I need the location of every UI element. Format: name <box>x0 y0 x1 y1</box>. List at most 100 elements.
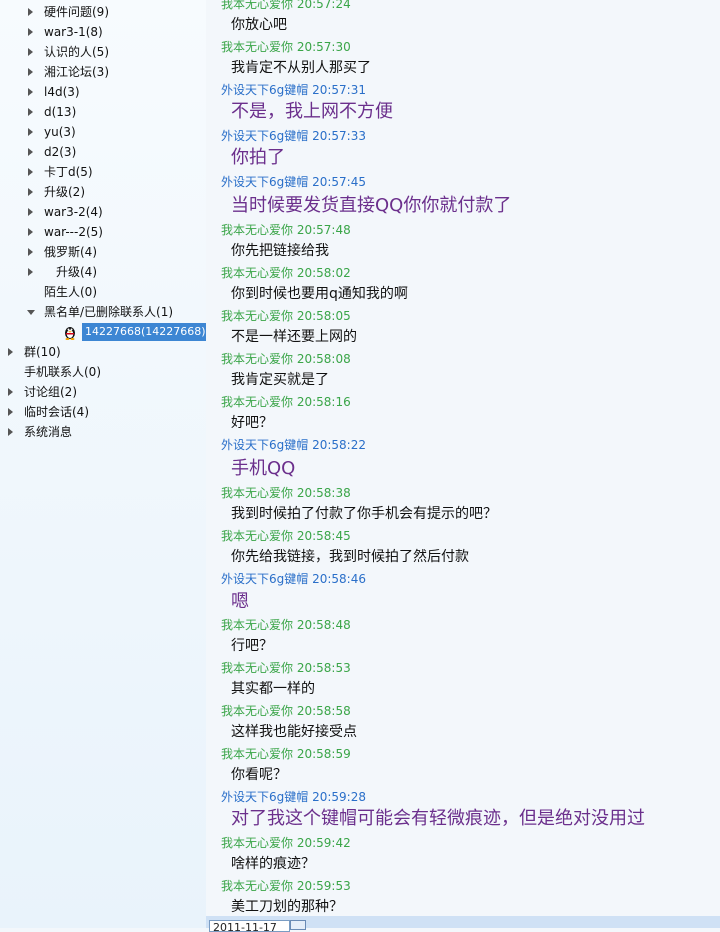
message-time: 20:58:38 <box>296 486 351 500</box>
message-time: 20:57:24 <box>296 0 351 11</box>
group-label: yu(3) <box>44 125 76 139</box>
message-time: 20:58:58 <box>296 704 351 718</box>
message-text: 我肯定不从别人那买了 <box>231 60 371 76</box>
expand-arrow-icon[interactable] <box>8 348 13 356</box>
message-header: 我本无心爱你 20:58:02 <box>221 264 351 281</box>
expand-arrow-icon[interactable] <box>28 148 33 156</box>
expand-arrow-icon[interactable] <box>28 128 33 136</box>
group-label: 湘江论坛(3) <box>44 65 109 79</box>
group-label: 认识的人(5) <box>44 45 109 59</box>
sender-name: 我本无心爱你 <box>221 0 294 11</box>
chat-history[interactable]: 我本无心爱你 20:57:24 你放心吧 我本无心爱你 20:57:30 我肯定… <box>206 0 720 916</box>
message-time: 20:59:42 <box>296 836 351 850</box>
group-label: 硬件问题(9) <box>44 5 109 19</box>
message-text: 我肯定买就是了 <box>231 372 329 388</box>
sender-name: 外设天下6g键帽 <box>221 83 309 97</box>
message-text: 你看呢？ <box>231 767 287 783</box>
message-text: 行吧？ <box>231 638 273 654</box>
contact-name: 14227668(14227668) <box>82 323 206 341</box>
expand-arrow-icon[interactable] <box>8 428 13 436</box>
contact-sidebar: 硬件问题(9) war3-1(8) 认识的人(5) 湘江论坛(3) l4d(3)… <box>0 0 206 928</box>
expand-arrow-icon[interactable] <box>28 228 33 236</box>
message-time: 20:57:31 <box>312 83 366 97</box>
message-time: 20:59:28 <box>312 790 366 804</box>
message-text: 不是一样还要上网的 <box>231 329 357 345</box>
sender-name: 我本无心爱你 <box>221 352 294 366</box>
message-header: 我本无心爱你 20:58:48 <box>221 616 351 633</box>
sender-name: 我本无心爱你 <box>221 309 294 323</box>
message-time: 20:58:46 <box>312 572 366 586</box>
message-text: 美工刀划的那种？ <box>231 899 343 915</box>
group-label: war3-1(8) <box>44 25 103 39</box>
expand-arrow-icon[interactable] <box>28 28 33 36</box>
message-header: 外设天下6g键帽 20:58:46 <box>221 570 366 587</box>
message-header: 外设天下6g键帽 20:57:45 <box>221 173 366 190</box>
expand-arrow-icon[interactable] <box>8 388 13 396</box>
sender-name: 我本无心爱你 <box>221 704 294 718</box>
sender-name: 我本无心爱你 <box>221 661 294 675</box>
section-label: 手机联系人(0) <box>24 365 101 379</box>
message-header: 我本无心爱你 20:58:38 <box>221 484 351 501</box>
message-text: 你放心吧 <box>231 17 287 33</box>
sender-name: 外设天下6g键帽 <box>221 129 309 143</box>
history-toolbar: 2011-11-17 <box>206 916 720 932</box>
message-time: 20:58:08 <box>296 352 351 366</box>
sender-name: 我本无心爱你 <box>221 486 294 500</box>
group-label: 黑名单/已删除联系人(1) <box>44 305 174 319</box>
message-header: 我本无心爱你 20:58:45 <box>221 527 351 544</box>
group-label: war---2(5) <box>44 225 103 239</box>
section-label: 系统消息 <box>24 425 73 439</box>
message-header: 我本无心爱你 20:58:53 <box>221 659 351 676</box>
collapse-arrow-icon[interactable] <box>27 310 35 315</box>
sender-name: 我本无心爱你 <box>221 618 294 632</box>
sender-name: 外设天下6g键帽 <box>221 175 309 189</box>
sender-name: 我本无心爱你 <box>221 266 294 280</box>
message-text: 当时候要发货直接QQ你你就付款了 <box>231 195 512 216</box>
message-header: 外设天下6g键帽 20:58:22 <box>221 436 366 453</box>
message-text: 你先给我链接，我到时候拍了然后付款 <box>231 549 469 565</box>
group-label: 俄罗斯(4) <box>44 245 97 259</box>
expand-arrow-icon[interactable] <box>28 248 33 256</box>
message-text: 不是，我上网不方便 <box>231 101 393 122</box>
section-label: 临时会话(4) <box>24 405 89 419</box>
expand-arrow-icon[interactable] <box>28 208 33 216</box>
message-header: 我本无心爱你 20:58:58 <box>221 702 351 719</box>
group-label: 陌生人(0) <box>44 285 97 299</box>
expand-arrow-icon[interactable] <box>28 48 33 56</box>
expand-arrow-icon[interactable] <box>28 168 33 176</box>
sender-name: 我本无心爱你 <box>221 40 294 54</box>
calendar-icon[interactable] <box>290 920 306 930</box>
message-time: 20:58:53 <box>296 661 351 675</box>
message-header: 我本无心爱你 20:57:30 <box>221 38 351 55</box>
message-text: 手机QQ <box>231 458 296 479</box>
message-text: 啥样的痕迹？ <box>231 856 315 872</box>
section-label: 讨论组(2) <box>24 385 77 399</box>
expand-arrow-icon[interactable] <box>28 268 33 276</box>
message-time: 20:58:59 <box>296 747 351 761</box>
message-header: 外设天下6g键帽 20:57:33 <box>221 127 366 144</box>
sender-name: 外设天下6g键帽 <box>221 572 309 586</box>
group-label: d2(3) <box>44 145 77 159</box>
expand-arrow-icon[interactable] <box>8 408 13 416</box>
message-text: 嗯 <box>231 591 249 612</box>
sender-name: 我本无心爱你 <box>221 395 294 409</box>
expand-arrow-icon[interactable] <box>28 88 33 96</box>
sender-name: 我本无心爱你 <box>221 223 294 237</box>
date-field[interactable]: 2011-11-17 <box>209 920 290 932</box>
expand-arrow-icon[interactable] <box>28 108 33 116</box>
section-label: 群(10) <box>24 345 61 359</box>
sender-name: 我本无心爱你 <box>221 747 294 761</box>
message-header: 外设天下6g键帽 20:59:28 <box>221 788 366 805</box>
group-label: l4d(3) <box>44 85 80 99</box>
message-time: 20:58:45 <box>296 529 351 543</box>
expand-arrow-icon[interactable] <box>28 8 33 16</box>
message-time: 20:58:48 <box>296 618 351 632</box>
message-header: 我本无心爱你 20:58:16 <box>221 393 351 410</box>
message-header: 我本无心爱你 20:57:24 <box>221 0 351 12</box>
expand-arrow-icon[interactable] <box>28 68 33 76</box>
message-text: 对了我这个键帽可能会有轻微痕迹，但是绝对没用过 <box>231 808 645 829</box>
expand-arrow-icon[interactable] <box>28 188 33 196</box>
group-label: 升级(2) <box>44 185 85 199</box>
message-header: 外设天下6g键帽 20:57:31 <box>221 81 366 98</box>
sender-name: 外设天下6g键帽 <box>221 438 309 452</box>
